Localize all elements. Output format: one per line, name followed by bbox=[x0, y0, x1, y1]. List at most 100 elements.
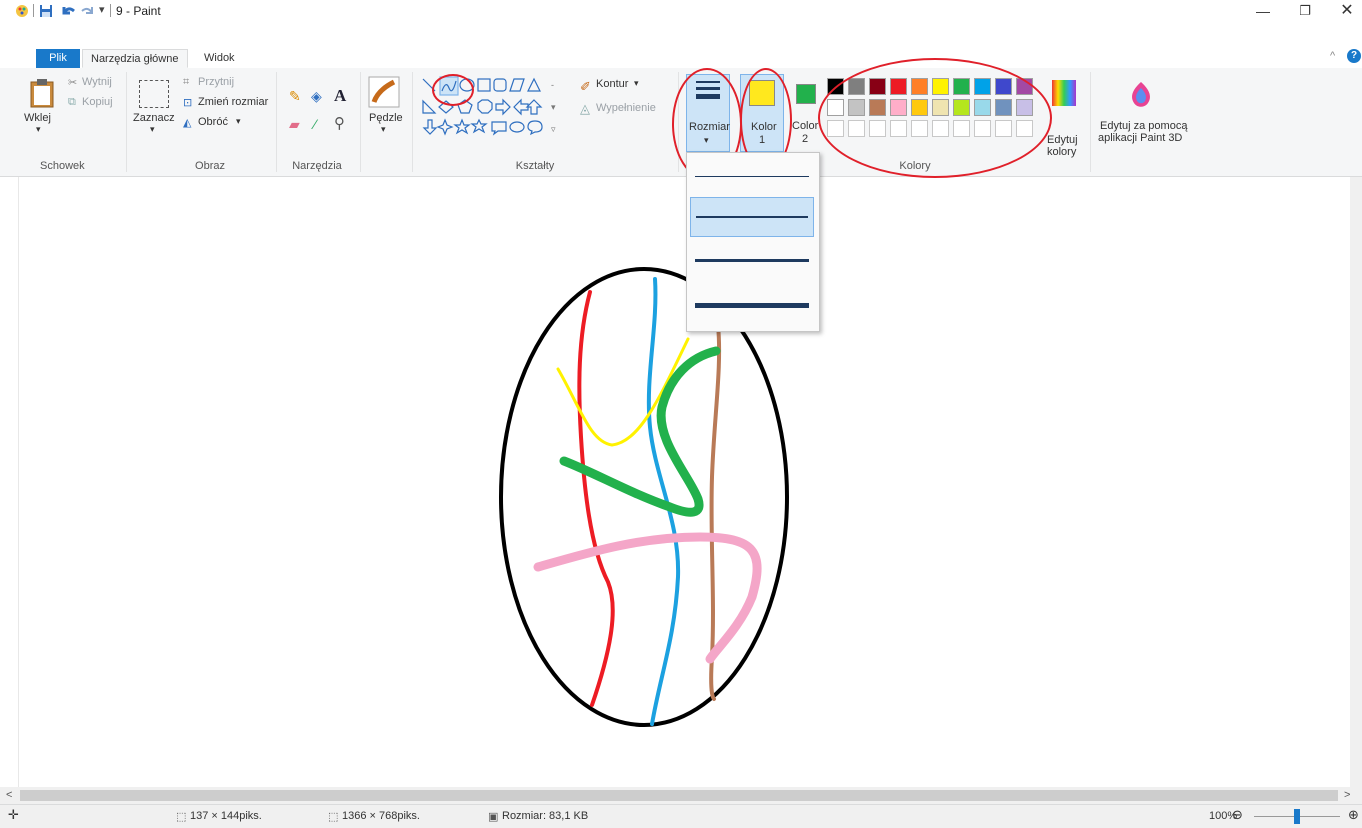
brush-icon[interactable] bbox=[368, 76, 400, 108]
collapse-ribbon-icon[interactable]: ^ bbox=[1330, 50, 1335, 62]
color-swatch[interactable] bbox=[848, 78, 865, 95]
custom-color-slot[interactable] bbox=[911, 120, 928, 137]
paint-app-icon bbox=[16, 5, 28, 17]
cut-icon: ✂ bbox=[68, 77, 78, 89]
canvas-size: 1366 × 768piks. bbox=[342, 810, 420, 822]
paste-dropdown[interactable]: ▾ bbox=[36, 124, 41, 135]
color-swatch[interactable] bbox=[995, 99, 1012, 116]
color-swatch[interactable] bbox=[911, 99, 928, 116]
color-swatch[interactable] bbox=[953, 78, 970, 95]
color2-swatch bbox=[796, 84, 816, 104]
color2-label: Color bbox=[792, 120, 819, 132]
paste-icon[interactable] bbox=[29, 78, 55, 108]
paint3d-button-line2[interactable]: aplikacji Paint 3D bbox=[1098, 132, 1182, 144]
edit-colors-button[interactable]: Edytuj bbox=[1047, 134, 1078, 146]
outline-dropdown[interactable]: ▾ bbox=[634, 78, 639, 89]
outline-button[interactable]: Kontur bbox=[596, 78, 628, 90]
fill-icon: ◬ bbox=[580, 101, 590, 116]
pencil-icon[interactable]: ✎ bbox=[289, 88, 301, 105]
color-swatch[interactable] bbox=[974, 99, 991, 116]
size-option-2[interactable] bbox=[690, 197, 814, 237]
save-icon[interactable] bbox=[39, 4, 53, 18]
rotate-dropdown[interactable]: ▾ bbox=[236, 116, 241, 127]
custom-color-slot[interactable] bbox=[974, 120, 991, 137]
size-option-1[interactable] bbox=[690, 157, 814, 197]
scroll-right-icon[interactable]: > bbox=[1344, 789, 1350, 801]
zoom-in-button[interactable]: ⊕ bbox=[1348, 807, 1359, 823]
color-swatch[interactable] bbox=[848, 99, 865, 116]
color-swatch[interactable] bbox=[932, 78, 949, 95]
color-swatch[interactable] bbox=[932, 99, 949, 116]
edit-colors-button-line2[interactable]: kolory bbox=[1047, 146, 1076, 158]
divider bbox=[110, 4, 111, 17]
select-button[interactable]: Zaznacz bbox=[133, 112, 175, 124]
scroll-thumb[interactable] bbox=[20, 790, 1338, 801]
close-button[interactable]: ✕ bbox=[1332, 2, 1362, 22]
color-swatch[interactable] bbox=[1016, 99, 1033, 116]
tab-file[interactable]: Plik bbox=[36, 49, 80, 68]
fill-bucket-icon[interactable]: ◈ bbox=[311, 88, 322, 105]
color-swatch[interactable] bbox=[911, 78, 928, 95]
custom-color-slot[interactable] bbox=[869, 120, 886, 137]
svg-text:▿: ▿ bbox=[551, 124, 556, 134]
crop-button[interactable]: Przytnij bbox=[198, 76, 234, 88]
color-swatch[interactable] bbox=[974, 78, 991, 95]
custom-color-slot[interactable] bbox=[953, 120, 970, 137]
custom-color-slot[interactable] bbox=[1016, 120, 1033, 137]
custom-color-slot[interactable] bbox=[827, 120, 844, 137]
color-swatch[interactable] bbox=[953, 99, 970, 116]
size-option-3[interactable] bbox=[690, 241, 814, 281]
custom-color-slot[interactable] bbox=[890, 120, 907, 137]
canvas-area[interactable] bbox=[0, 177, 1362, 787]
brushes-dropdown[interactable]: ▾ bbox=[381, 124, 386, 135]
size-icon-line bbox=[696, 94, 720, 99]
restore-button[interactable]: ❐ bbox=[1290, 2, 1320, 22]
color-swatch[interactable] bbox=[827, 99, 844, 116]
quick-access-dropdown[interactable]: ▾ bbox=[99, 3, 105, 16]
help-icon[interactable]: ? bbox=[1347, 49, 1361, 63]
color-picker-icon[interactable]: ⁄ bbox=[314, 116, 316, 132]
brushes-button[interactable]: Pędzle bbox=[369, 112, 403, 124]
tab-view[interactable]: Widok bbox=[196, 49, 243, 68]
paint3d-icon[interactable] bbox=[1128, 80, 1154, 110]
title-bar: ▾ 9 - Paint — ❐ ✕ bbox=[0, 0, 1362, 46]
text-icon[interactable]: A bbox=[334, 86, 346, 106]
color-swatch[interactable] bbox=[1016, 78, 1033, 95]
zoom-out-button[interactable]: ⊖ bbox=[1232, 807, 1243, 823]
drawing[interactable] bbox=[0, 177, 1350, 787]
canvas-size-icon: ⬚ bbox=[328, 811, 339, 823]
scroll-left-icon[interactable]: < bbox=[6, 789, 12, 801]
custom-color-slot[interactable] bbox=[995, 120, 1012, 137]
copy-button[interactable]: Kopiuj bbox=[82, 96, 113, 108]
cut-button[interactable]: Wytnij bbox=[82, 76, 112, 88]
size-option-4[interactable] bbox=[690, 285, 814, 325]
color-swatch[interactable] bbox=[890, 78, 907, 95]
redo-icon[interactable] bbox=[80, 3, 96, 19]
tab-home[interactable]: Narzędzia główne bbox=[82, 49, 188, 68]
magnifier-icon[interactable]: ⚲ bbox=[334, 114, 345, 132]
rotate-button[interactable]: Obróć bbox=[198, 116, 228, 128]
color2-button[interactable]: Color 2 bbox=[790, 74, 822, 152]
color-swatch[interactable] bbox=[995, 78, 1012, 95]
color-swatch[interactable] bbox=[869, 99, 886, 116]
custom-color-slot[interactable] bbox=[932, 120, 949, 137]
select-dropdown[interactable]: ▾ bbox=[150, 124, 155, 135]
size-button[interactable]: Rozmiar ▾ bbox=[686, 74, 730, 152]
color-swatch[interactable] bbox=[890, 99, 907, 116]
shapes-gallery[interactable]: - ▾ ▿ bbox=[420, 76, 580, 138]
fill-button[interactable]: Wypełnienie bbox=[596, 102, 656, 114]
horizontal-scrollbar[interactable]: < > bbox=[0, 787, 1362, 804]
custom-color-slot[interactable] bbox=[848, 120, 865, 137]
paste-button[interactable]: Wklej bbox=[24, 112, 51, 124]
resize-button[interactable]: Zmień rozmiar bbox=[198, 96, 268, 108]
file-size: Rozmiar: 83,1 KB bbox=[502, 810, 589, 822]
minimize-button[interactable]: — bbox=[1248, 2, 1278, 22]
paint3d-button[interactable]: Edytuj za pomocą bbox=[1100, 120, 1187, 132]
color1-button[interactable]: Kolor 1 bbox=[740, 74, 784, 152]
color-swatch[interactable] bbox=[869, 78, 886, 95]
color-swatch[interactable] bbox=[827, 78, 844, 95]
eraser-icon[interactable]: ▰ bbox=[289, 116, 300, 133]
undo-icon[interactable] bbox=[60, 3, 76, 19]
vertical-scrollbar[interactable] bbox=[1350, 177, 1362, 787]
zoom-slider-thumb[interactable] bbox=[1294, 809, 1300, 824]
